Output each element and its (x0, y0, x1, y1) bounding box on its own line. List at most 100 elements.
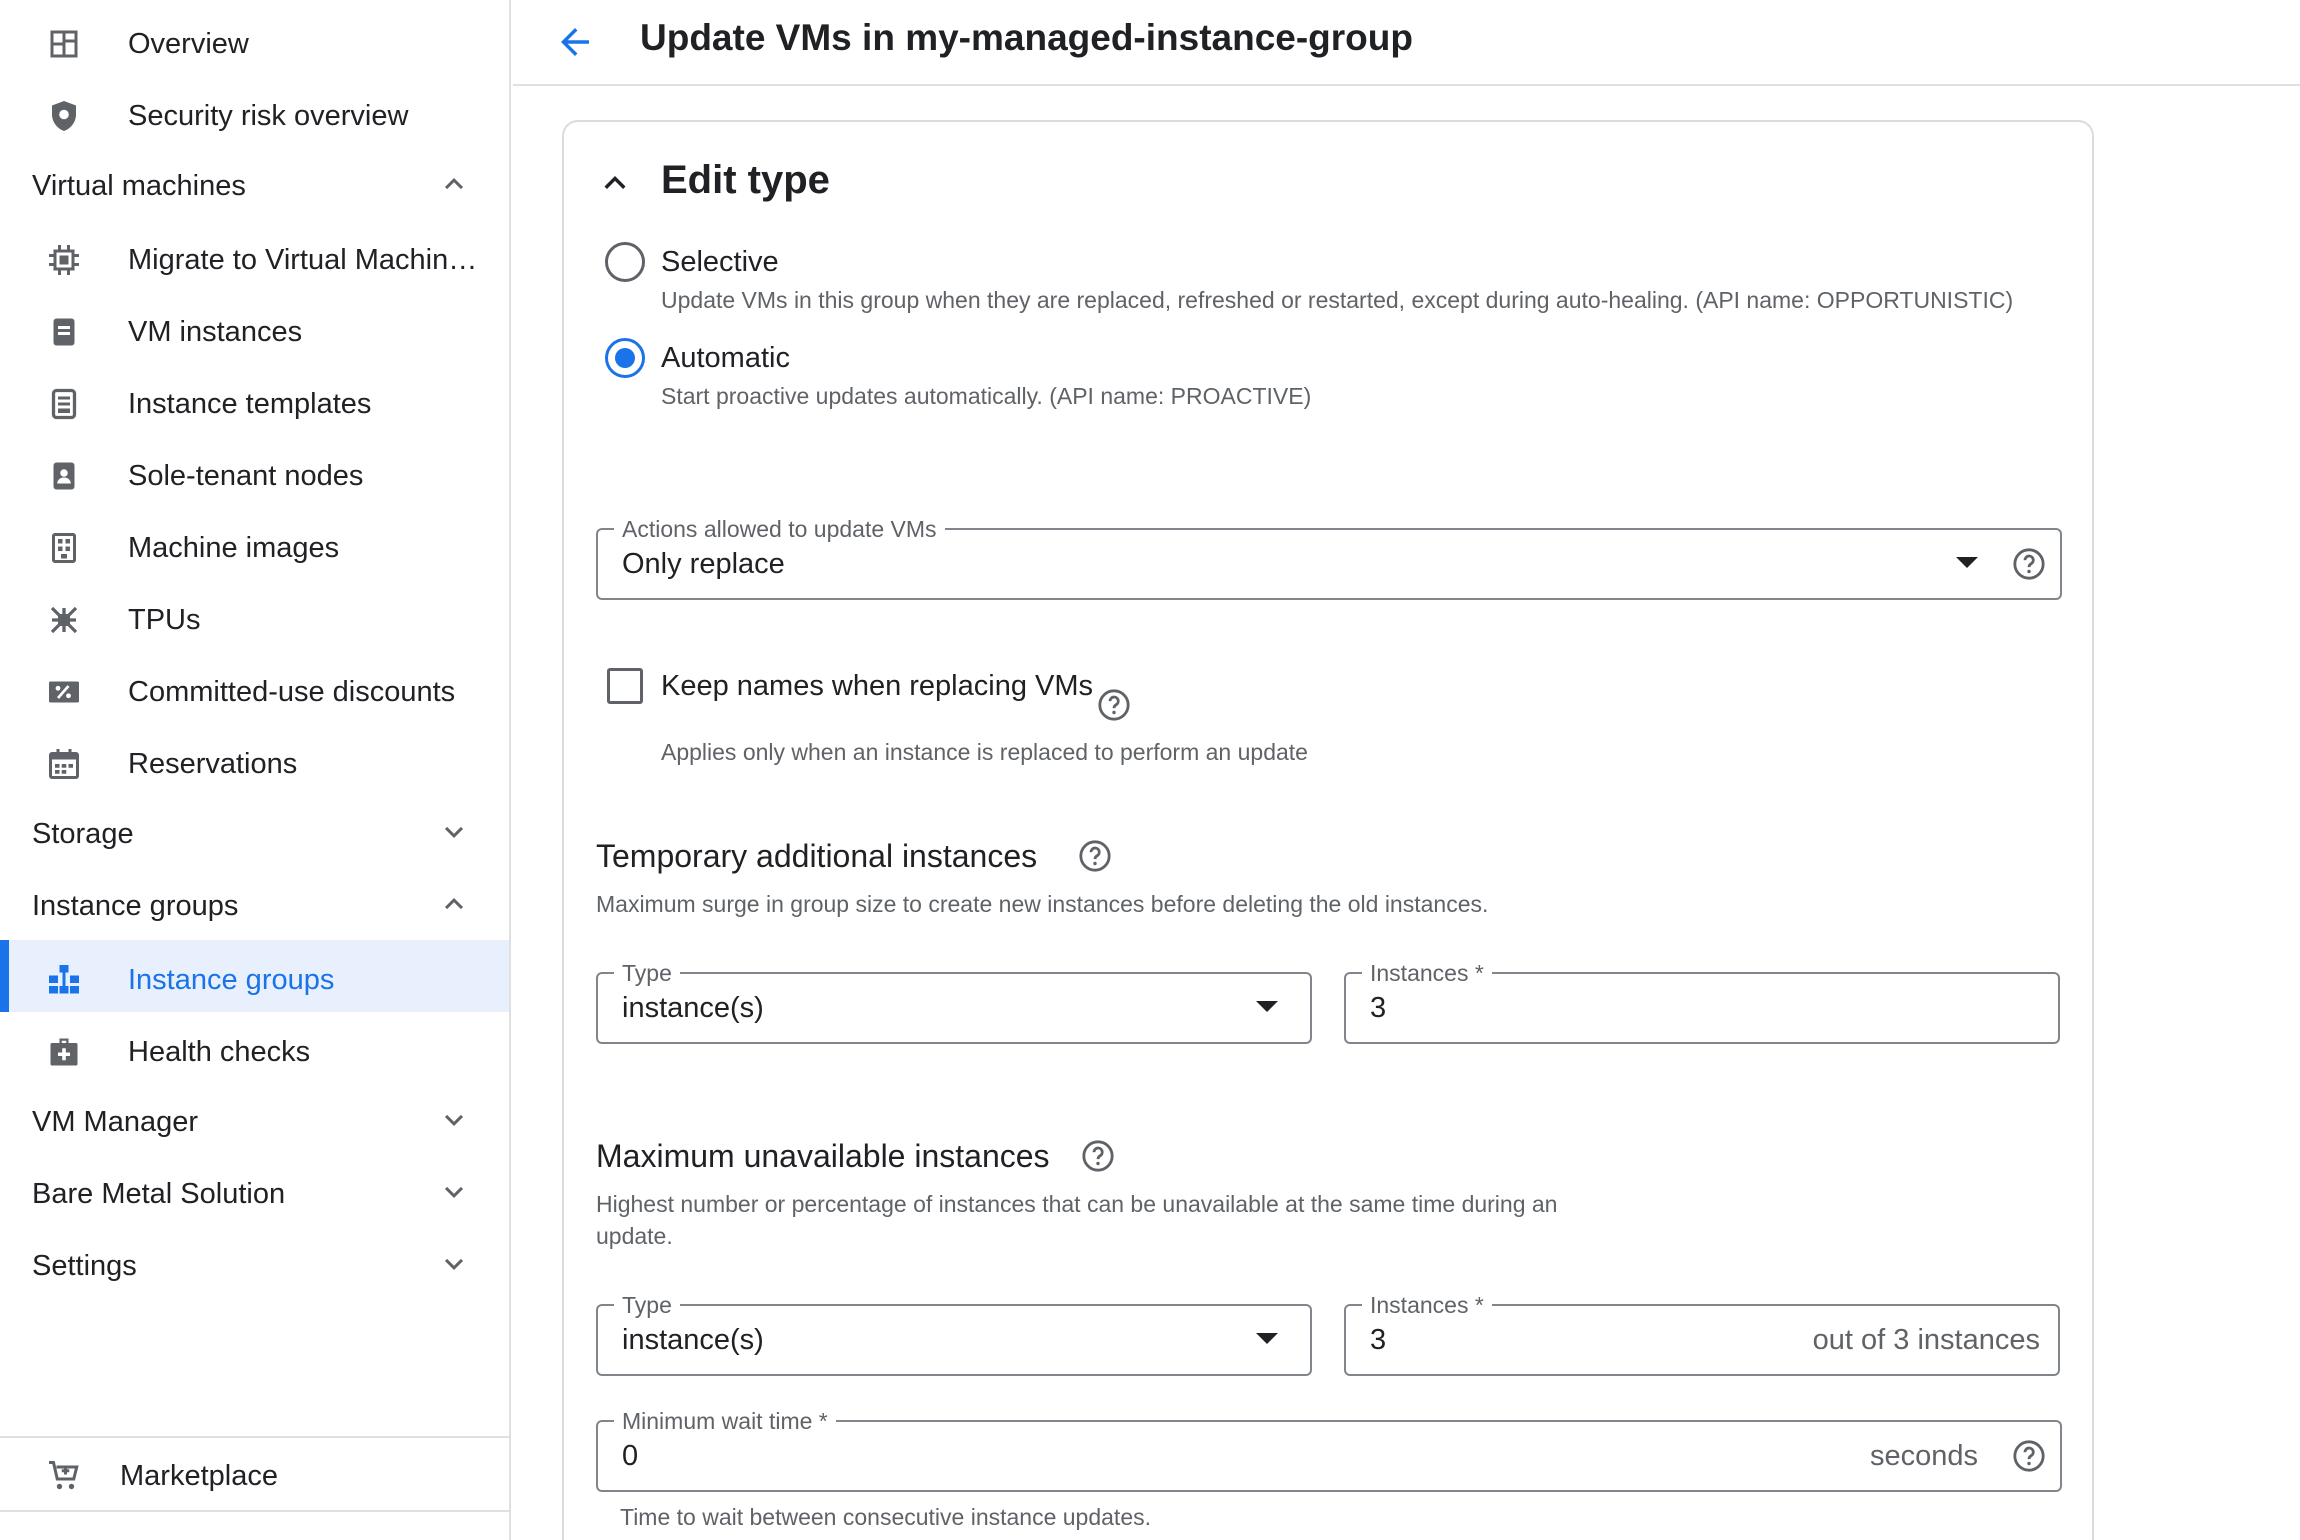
minimum-wait-time-input[interactable]: Minimum wait time * 0 seconds (596, 1408, 2062, 1492)
help-icon[interactable] (2012, 547, 2046, 581)
sidebar-item-label: Committed-use discounts (128, 676, 456, 708)
sidebar-item-label: Security risk overview (128, 100, 409, 132)
sidebar-item-label: Sole-tenant nodes (128, 460, 364, 492)
page-header: Update VMs in my-managed-instance-group (513, 0, 2300, 86)
help-icon[interactable] (1081, 1139, 1115, 1173)
field-label: Instances * (1362, 960, 1492, 986)
sole-tenant-icon (46, 458, 82, 494)
sidebar-item-sole-tenant-nodes[interactable]: Sole-tenant nodes (0, 436, 509, 508)
tpu-icon (46, 602, 82, 638)
shield-icon (46, 98, 82, 134)
radio-selective[interactable] (605, 242, 645, 282)
percent-icon (46, 674, 82, 710)
radio-desc-selective: Update VMs in this group when they are r… (661, 287, 2014, 313)
surge-type-select[interactable]: Type instance(s) (596, 960, 1312, 1044)
sidebar-item-label: Machine images (128, 532, 340, 564)
field-suffix: out of 3 instances (1812, 1324, 2040, 1356)
field-value: 3 (1370, 1324, 1387, 1356)
sidebar-item-label: Instance templates (128, 388, 372, 420)
radio-desc-automatic: Start proactive updates automatically. (… (661, 383, 1312, 409)
section-label: Storage (32, 818, 134, 850)
sidebar-divider (0, 1510, 509, 1512)
sidebar-section-bare-metal-solution[interactable]: Bare Metal Solution (0, 1156, 509, 1228)
help-icon[interactable] (1078, 839, 1112, 873)
instance-groups-icon (46, 962, 82, 998)
chevron-up-icon (436, 166, 472, 202)
sidebar-item-label: Instance groups (128, 964, 335, 996)
sidebar-item-label: Reservations (128, 748, 298, 780)
chevron-down-icon (436, 1174, 472, 1210)
sidebar-item-label: Overview (128, 28, 249, 60)
sidebar-item-instance-templates[interactable]: Instance templates (0, 364, 509, 436)
calendar-icon (46, 746, 82, 782)
page-title: Update VMs in my-managed-instance-group (640, 17, 1413, 58)
field-label: Type (614, 1292, 680, 1318)
field-label: Actions allowed to update VMs (614, 516, 945, 542)
sidebar-item-marketplace[interactable]: Marketplace (0, 1436, 509, 1508)
chevron-up-icon[interactable] (594, 162, 636, 204)
unavailable-instances-input[interactable]: Instances * 3 out of 3 instances (1344, 1292, 2060, 1376)
dropdown-arrow-icon (1256, 1333, 1278, 1344)
dashboard-icon (46, 26, 82, 62)
sidebar-section-vm-manager[interactable]: VM Manager (0, 1084, 509, 1156)
help-icon[interactable] (1097, 688, 1131, 722)
section-desc-unavailable: Highest number or percentage of instance… (596, 1191, 1558, 1249)
sidebar-item-label: Migrate to Virtual Machin… (128, 244, 478, 276)
actions-allowed-select[interactable]: Actions allowed to update VMs Only repla… (596, 516, 2062, 600)
field-value: instance(s) (622, 992, 764, 1024)
field-label: Type (614, 960, 680, 986)
field-value: 0 (622, 1440, 639, 1472)
keep-names-label: Keep names when replacing VMs (661, 670, 1094, 702)
dropdown-arrow-icon (1256, 1001, 1278, 1012)
chevron-down-icon (436, 814, 472, 850)
chevron-down-icon (436, 1102, 472, 1138)
keep-names-desc: Applies only when an instance is replace… (661, 739, 1308, 765)
cart-icon (46, 1458, 82, 1494)
back-button[interactable] (547, 14, 603, 70)
sidebar-item-overview[interactable]: Overview (0, 4, 509, 76)
sidebar-section-instance-groups[interactable]: Instance groups (0, 868, 509, 940)
sidebar-item-reservations[interactable]: Reservations (0, 724, 509, 796)
template-icon (46, 386, 82, 422)
migrate-icon (46, 242, 82, 278)
sidebar-item-tpus[interactable]: TPUs (0, 580, 509, 652)
radio-label-automatic: Automatic (661, 342, 790, 374)
section-label: Virtual machines (32, 170, 246, 202)
minimum-wait-time-desc: Time to wait between consecutive instanc… (620, 1504, 1151, 1530)
vm-icon (46, 314, 82, 350)
sidebar: Overview Security risk overview Virtual … (0, 0, 511, 1540)
arrow-back-icon (561, 28, 589, 56)
chevron-up-icon (436, 886, 472, 922)
sidebar-item-vm-instances[interactable]: VM instances (0, 292, 509, 364)
sidebar-section-storage[interactable]: Storage (0, 796, 509, 868)
sidebar-item-machine-images[interactable]: Machine images (0, 508, 509, 580)
sidebar-item-security-risk-overview[interactable]: Security risk overview (0, 76, 509, 148)
section-label: Instance groups (32, 890, 239, 922)
section-title-surge: Temporary additional instances (596, 838, 1038, 874)
sidebar-item-health-checks[interactable]: Health checks (0, 1012, 509, 1084)
edit-type-card: Edit type Selective Update VMs in this g… (562, 120, 2094, 1540)
sidebar-item-instance-groups[interactable]: Instance groups (0, 940, 509, 1012)
help-icon[interactable] (2012, 1439, 2046, 1473)
unavailable-type-select[interactable]: Type instance(s) (596, 1292, 1312, 1376)
health-check-icon (46, 1034, 82, 1070)
radio-automatic[interactable] (605, 338, 645, 378)
sidebar-item-committed-use-discounts[interactable]: Committed-use discounts (0, 652, 509, 724)
sidebar-section-virtual-machines[interactable]: Virtual machines (0, 148, 509, 220)
field-value: 3 (1370, 992, 1387, 1024)
field-value: Only replace (622, 548, 785, 580)
card-title: Edit type (661, 158, 830, 202)
surge-instances-input[interactable]: Instances * 3 (1344, 960, 2060, 1044)
sidebar-item-label: TPUs (128, 604, 201, 636)
section-label: VM Manager (32, 1106, 199, 1138)
field-suffix: seconds (1869, 1440, 1978, 1472)
sidebar-item-label: Health checks (128, 1036, 311, 1068)
section-label: Bare Metal Solution (32, 1178, 286, 1210)
keep-names-checkbox[interactable] (607, 668, 643, 704)
chevron-down-icon (436, 1246, 472, 1282)
sidebar-section-settings[interactable]: Settings (0, 1228, 509, 1300)
field-label: Instances * (1362, 1292, 1492, 1318)
sidebar-item-migrate[interactable]: Migrate to Virtual Machin… (0, 220, 509, 292)
section-label: Settings (32, 1250, 137, 1282)
field-label: Minimum wait time * (614, 1408, 836, 1434)
